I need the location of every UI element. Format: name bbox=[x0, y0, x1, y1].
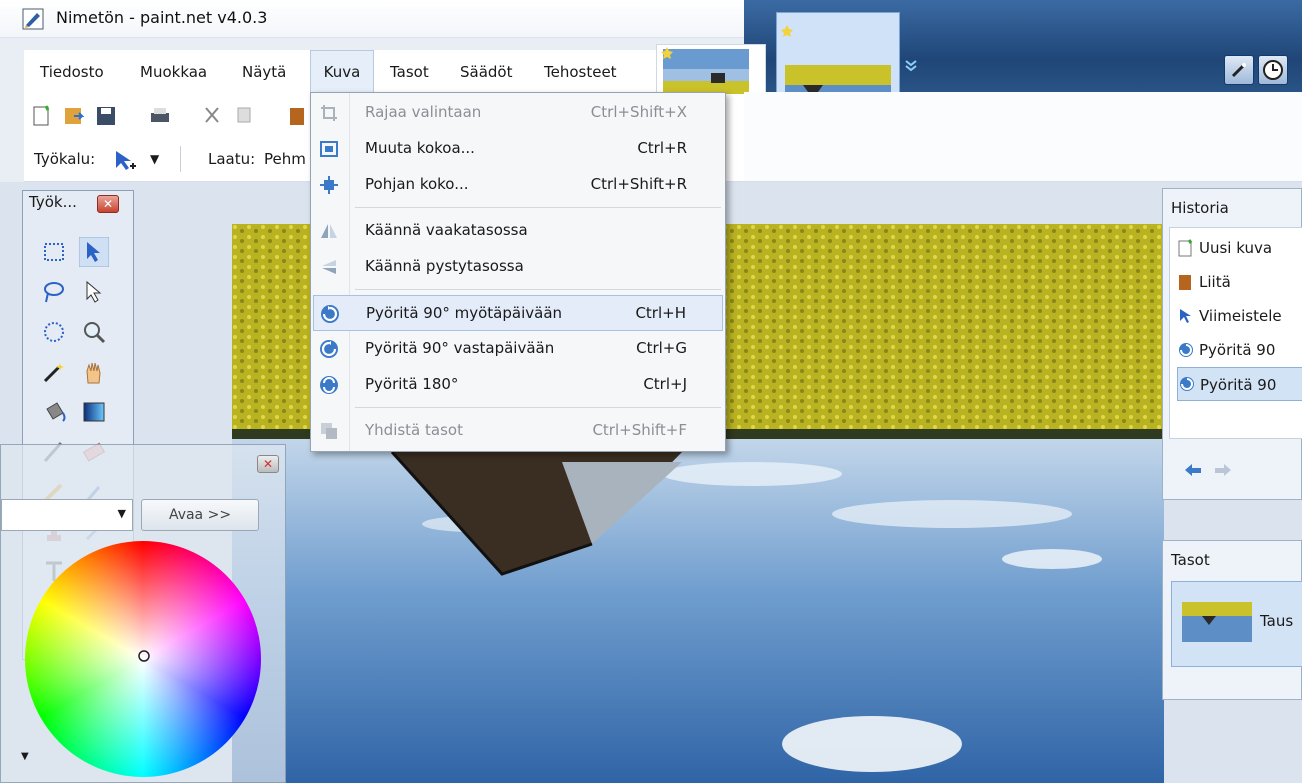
window-tools bbox=[1222, 55, 1302, 91]
resize-icon bbox=[320, 141, 338, 157]
history-item[interactable]: Liitä bbox=[1177, 265, 1302, 299]
lasso-select-icon[interactable] bbox=[39, 277, 69, 307]
redo-icon[interactable] bbox=[1211, 461, 1235, 479]
canvas-size-icon bbox=[320, 176, 338, 194]
history-item-selected[interactable]: Pyöritä 90 bbox=[1177, 367, 1302, 401]
tools-panel-title: Työk... bbox=[29, 193, 77, 211]
menu-item-rotate-90-ccw[interactable]: Pyöritä 90° vastapäivään Ctrl+G bbox=[313, 331, 723, 367]
new-file-icon[interactable] bbox=[30, 104, 54, 128]
move-selected-icon[interactable] bbox=[79, 237, 109, 267]
layers-panel-title: Tasot bbox=[1171, 551, 1210, 569]
menu-item-flip-horizontal[interactable]: Käännä vaakatasossa bbox=[313, 213, 723, 249]
open-file-icon[interactable] bbox=[62, 104, 86, 128]
colors-close-button[interactable]: ✕ bbox=[257, 455, 279, 473]
history-item[interactable]: Pyöritä 90 bbox=[1177, 333, 1302, 367]
zoom-icon[interactable] bbox=[79, 317, 109, 347]
quality-value[interactable]: Pehm bbox=[264, 150, 306, 168]
chevron-down-icon[interactable]: ▼ bbox=[150, 152, 159, 166]
print-icon[interactable] bbox=[148, 104, 172, 128]
history-panel-title: Historia bbox=[1171, 199, 1229, 217]
kuva-menu: Rajaa valintaan Ctrl+Shift+X Muuta kokoa… bbox=[310, 92, 726, 452]
menu-separator bbox=[355, 289, 721, 290]
flatten-icon bbox=[321, 423, 337, 439]
paste-icon[interactable] bbox=[286, 104, 310, 128]
rotate-cw-icon bbox=[321, 305, 339, 323]
gradient-icon[interactable] bbox=[79, 397, 109, 427]
flip-vertical-icon bbox=[322, 260, 336, 274]
new-image-icon bbox=[1178, 239, 1193, 257]
crop-icon bbox=[321, 105, 337, 121]
save-icon[interactable] bbox=[94, 104, 118, 128]
layer-row[interactable]: Taus bbox=[1171, 581, 1302, 667]
menu-nayta[interactable]: Näytä bbox=[242, 50, 286, 94]
rectangle-select-icon[interactable] bbox=[39, 237, 69, 267]
paste-icon bbox=[1179, 275, 1191, 290]
color-wheel-handle[interactable] bbox=[137, 649, 151, 663]
paint-bucket-icon[interactable] bbox=[39, 397, 69, 427]
copy-icon[interactable] bbox=[232, 104, 256, 128]
tool-label: Työkalu: bbox=[34, 150, 96, 168]
move-selection-icon bbox=[1180, 309, 1191, 323]
menu-tiedosto[interactable]: Tiedosto bbox=[40, 50, 104, 94]
rotate-ccw-icon bbox=[320, 340, 338, 358]
menu-item-canvas-size[interactable]: Pohjan koko... Ctrl+Shift+R bbox=[313, 167, 723, 203]
history-panel: Historia Uusi kuva Liitä Viimeistele Pyö… bbox=[1162, 188, 1302, 500]
separator bbox=[180, 146, 181, 172]
pan-hand-icon[interactable] bbox=[79, 357, 109, 387]
paintnet-app-icon bbox=[22, 8, 44, 30]
tools-close-button[interactable]: ✕ bbox=[97, 195, 119, 213]
menu-item-rotate-180[interactable]: Pyöritä 180° Ctrl+J bbox=[313, 367, 723, 403]
history-toggle-button[interactable] bbox=[1258, 55, 1288, 85]
undo-icon[interactable] bbox=[1181, 461, 1205, 479]
menu-tehosteet[interactable]: Tehosteet bbox=[544, 50, 617, 94]
menu-separator bbox=[355, 207, 721, 208]
wand-icon bbox=[1231, 63, 1246, 78]
more-colors-button[interactable]: Avaa >> bbox=[141, 499, 259, 531]
menu-item-crop-to-selection[interactable]: Rajaa valintaan Ctrl+Shift+X bbox=[313, 95, 723, 131]
rotate-cw-icon bbox=[1180, 377, 1194, 391]
layer-name: Taus bbox=[1260, 612, 1294, 630]
magic-wand-icon[interactable] bbox=[39, 357, 69, 387]
rotate-cw-icon bbox=[1179, 343, 1193, 357]
menu-kuva[interactable]: Kuva bbox=[310, 50, 374, 94]
colors-panel: ✕ ▼ Avaa >> ▼ bbox=[0, 444, 286, 783]
ellipse-select-icon[interactable] bbox=[39, 317, 69, 347]
menu-item-rotate-90-cw[interactable]: Pyöritä 90° myötäpäivään Ctrl+H bbox=[313, 295, 723, 331]
toolbar-right-area bbox=[744, 92, 1302, 182]
menu-item-flip-vertical[interactable]: Käännä pystytasossa bbox=[313, 249, 723, 285]
cut-icon[interactable] bbox=[200, 104, 224, 128]
menu-bar: Tiedosto Muokkaa Näytä Kuva Tasot Säädöt… bbox=[24, 50, 658, 94]
layer-thumbnail bbox=[1182, 602, 1252, 642]
chevron-down-icon: ▼ bbox=[117, 507, 126, 520]
chevron-down-icon[interactable]: ▼ bbox=[21, 751, 29, 762]
menu-item-resize[interactable]: Muuta kokoa... Ctrl+R bbox=[313, 131, 723, 167]
rotate-180-icon bbox=[320, 376, 338, 394]
color-mode-dropdown[interactable]: ▼ bbox=[1, 499, 133, 531]
move-selection-icon[interactable] bbox=[112, 148, 138, 174]
history-item[interactable]: Uusi kuva bbox=[1177, 231, 1302, 265]
clock-icon bbox=[1263, 60, 1283, 80]
menu-saadot[interactable]: Säädöt bbox=[460, 50, 513, 94]
tools-toggle-button[interactable] bbox=[1224, 55, 1254, 85]
layers-panel: Tasot Taus bbox=[1162, 540, 1302, 700]
quality-label: Laatu: bbox=[208, 150, 256, 168]
menu-separator bbox=[355, 407, 721, 408]
menu-tasot[interactable]: Tasot bbox=[390, 50, 429, 94]
move-selection-tool-icon[interactable] bbox=[79, 277, 109, 307]
menu-item-flatten[interactable]: Yhdistä tasot Ctrl+Shift+F bbox=[313, 413, 723, 449]
menu-muokkaa[interactable]: Muokkaa bbox=[140, 50, 207, 94]
tabs-overflow-icon[interactable] bbox=[904, 58, 918, 72]
window-title: Nimetön - paint.net v4.0.3 bbox=[56, 8, 268, 27]
flip-horizontal-icon bbox=[321, 224, 337, 238]
history-item[interactable]: Viimeistele bbox=[1177, 299, 1302, 333]
